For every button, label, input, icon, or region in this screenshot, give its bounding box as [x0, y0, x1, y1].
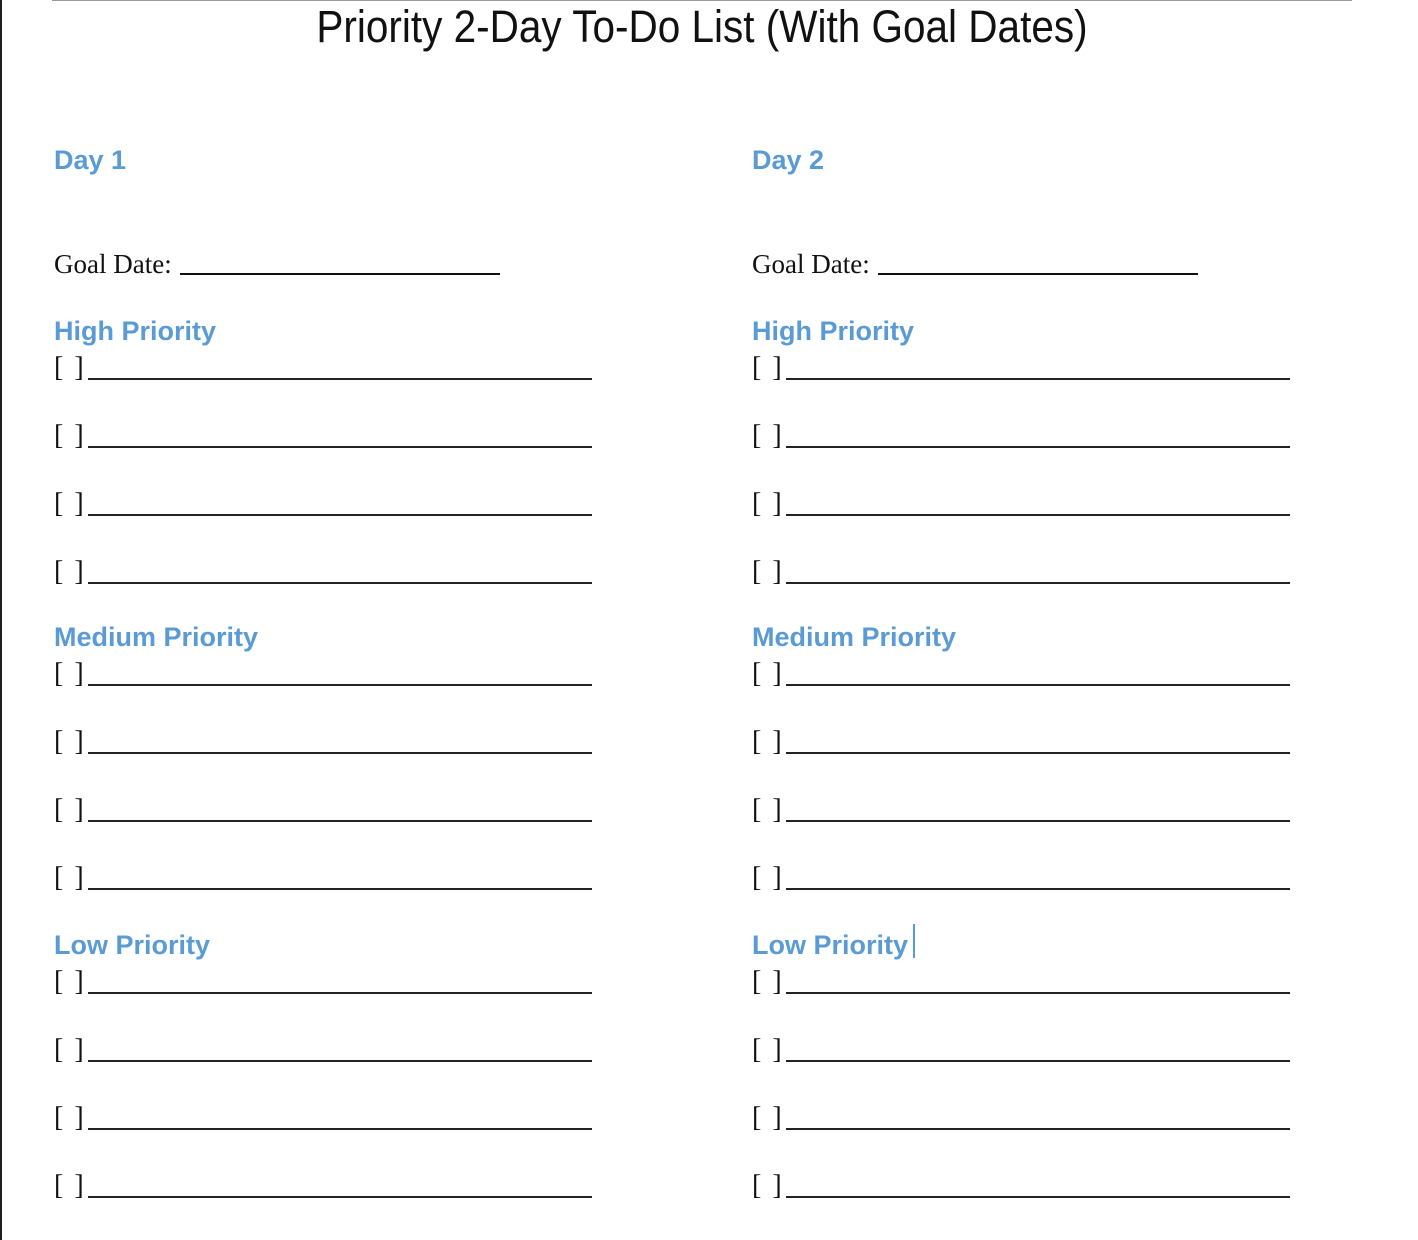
- checkbox-brackets[interactable]: [ ]: [54, 724, 86, 760]
- task-blank-line[interactable]: [88, 378, 592, 380]
- section-heading[interactable]: Medium Priority: [54, 620, 258, 654]
- task-blank-line[interactable]: [786, 378, 1290, 380]
- task-row[interactable]: [ ]: [54, 418, 594, 454]
- task-row[interactable]: [ ]: [54, 1100, 594, 1136]
- goal-date-blank[interactable]: [179, 273, 500, 275]
- section-heading[interactable]: Low Priority: [752, 928, 908, 962]
- task-row[interactable]: [ ]: [752, 656, 1292, 692]
- task-row[interactable]: [ ]: [752, 792, 1292, 828]
- task-blank-line[interactable]: [88, 1196, 592, 1198]
- checkbox-brackets[interactable]: [ ]: [54, 418, 86, 454]
- task-blank-line[interactable]: [786, 820, 1290, 822]
- task-blank-line[interactable]: [88, 514, 592, 516]
- section-heading[interactable]: High Priority: [752, 314, 914, 348]
- day-column-1: Day 1 Goal Date: High Priority[ ][ ][ ][…: [54, 0, 694, 1240]
- task-row[interactable]: [ ]: [752, 724, 1292, 760]
- checkbox-brackets[interactable]: [ ]: [752, 724, 784, 760]
- task-row[interactable]: [ ]: [54, 1032, 594, 1068]
- day-2-heading[interactable]: Day 2: [752, 142, 824, 178]
- page-left-edge: [0, 0, 2, 1240]
- checkbox-brackets[interactable]: [ ]: [752, 554, 784, 590]
- checkbox-brackets[interactable]: [ ]: [54, 1168, 86, 1204]
- task-blank-line[interactable]: [786, 1196, 1290, 1198]
- task-blank-line[interactable]: [786, 752, 1290, 754]
- goal-date-label: Goal Date:: [54, 249, 172, 279]
- section-heading[interactable]: Medium Priority: [752, 620, 956, 654]
- task-blank-line[interactable]: [786, 582, 1290, 584]
- checkbox-brackets[interactable]: [ ]: [54, 792, 86, 828]
- task-row[interactable]: [ ]: [752, 1100, 1292, 1136]
- checkbox-brackets[interactable]: [ ]: [54, 350, 86, 386]
- task-row[interactable]: [ ]: [752, 860, 1292, 896]
- checkbox-brackets[interactable]: [ ]: [54, 656, 86, 692]
- task-row[interactable]: [ ]: [54, 554, 594, 590]
- checkbox-brackets[interactable]: [ ]: [54, 1100, 86, 1136]
- checkbox-brackets[interactable]: [ ]: [752, 1168, 784, 1204]
- task-blank-line[interactable]: [786, 992, 1290, 994]
- task-row[interactable]: [ ]: [752, 418, 1292, 454]
- task-blank-line[interactable]: [88, 1128, 592, 1130]
- task-row[interactable]: [ ]: [54, 656, 594, 692]
- task-row[interactable]: [ ]: [752, 554, 1292, 590]
- task-row[interactable]: [ ]: [54, 1168, 594, 1204]
- task-blank-line[interactable]: [786, 514, 1290, 516]
- task-blank-line[interactable]: [88, 684, 592, 686]
- task-blank-line[interactable]: [88, 582, 592, 584]
- task-blank-line[interactable]: [786, 684, 1290, 686]
- checkbox-brackets[interactable]: [ ]: [54, 554, 86, 590]
- task-blank-line[interactable]: [88, 752, 592, 754]
- checkbox-brackets[interactable]: [ ]: [752, 656, 784, 692]
- task-row[interactable]: [ ]: [54, 860, 594, 896]
- task-blank-line[interactable]: [88, 1060, 592, 1062]
- checkbox-brackets[interactable]: [ ]: [752, 1032, 784, 1068]
- checkbox-brackets[interactable]: [ ]: [752, 860, 784, 896]
- checkbox-brackets[interactable]: [ ]: [752, 350, 784, 386]
- task-blank-line[interactable]: [88, 888, 592, 890]
- task-blank-line[interactable]: [786, 1060, 1290, 1062]
- goal-date-row[interactable]: Goal Date:: [54, 246, 500, 282]
- task-blank-line[interactable]: [88, 820, 592, 822]
- task-blank-line[interactable]: [88, 992, 592, 994]
- task-row[interactable]: [ ]: [752, 1032, 1292, 1068]
- checkbox-brackets[interactable]: [ ]: [54, 486, 86, 522]
- checkbox-brackets[interactable]: [ ]: [752, 418, 784, 454]
- checkbox-brackets[interactable]: [ ]: [752, 792, 784, 828]
- task-row[interactable]: [ ]: [752, 1168, 1292, 1204]
- task-blank-line[interactable]: [88, 446, 592, 448]
- goal-date-blank[interactable]: [877, 273, 1198, 275]
- section-heading[interactable]: High Priority: [54, 314, 216, 348]
- text-cursor: [913, 924, 915, 958]
- task-blank-line[interactable]: [786, 1128, 1290, 1130]
- task-row[interactable]: [ ]: [54, 792, 594, 828]
- task-row[interactable]: [ ]: [752, 350, 1292, 386]
- section-heading[interactable]: Low Priority: [54, 928, 210, 962]
- checkbox-brackets[interactable]: [ ]: [752, 964, 784, 1000]
- task-row[interactable]: [ ]: [752, 964, 1292, 1000]
- task-row[interactable]: [ ]: [54, 964, 594, 1000]
- task-row[interactable]: [ ]: [752, 486, 1292, 522]
- checkbox-brackets[interactable]: [ ]: [752, 1100, 784, 1136]
- task-row[interactable]: [ ]: [54, 486, 594, 522]
- checkbox-brackets[interactable]: [ ]: [752, 486, 784, 522]
- day-1-heading[interactable]: Day 1: [54, 142, 126, 178]
- task-row[interactable]: [ ]: [54, 724, 594, 760]
- task-blank-line[interactable]: [786, 888, 1290, 890]
- checkbox-brackets[interactable]: [ ]: [54, 1032, 86, 1068]
- task-row[interactable]: [ ]: [54, 350, 594, 386]
- day-column-2: Day 2 Goal Date: High Priority[ ][ ][ ][…: [752, 0, 1392, 1240]
- checkbox-brackets[interactable]: [ ]: [54, 964, 86, 1000]
- task-blank-line[interactable]: [786, 446, 1290, 448]
- goal-date-label: Goal Date:: [752, 249, 870, 279]
- checkbox-brackets[interactable]: [ ]: [54, 860, 86, 896]
- goal-date-row[interactable]: Goal Date:: [752, 246, 1198, 282]
